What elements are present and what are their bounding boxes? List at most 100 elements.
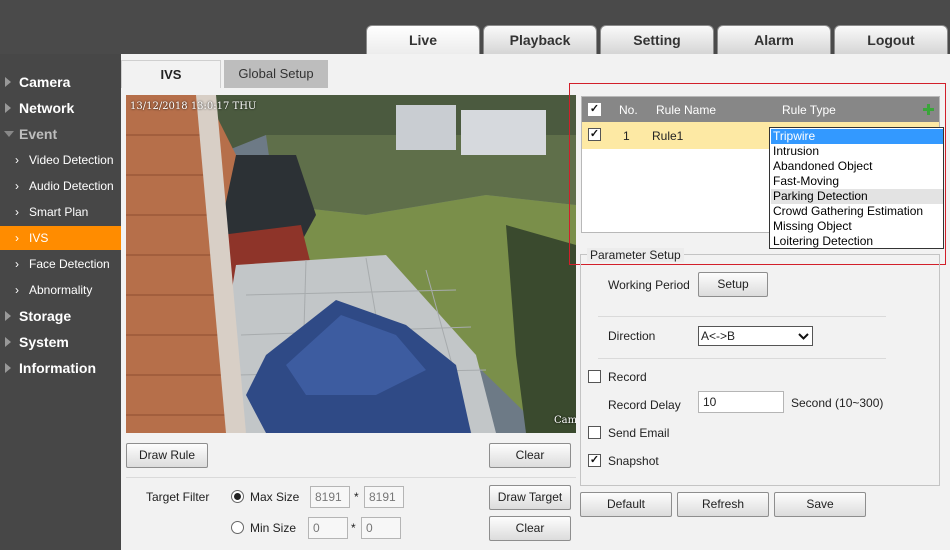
sidebar-item-label: IVS: [29, 231, 49, 245]
times-label: *: [351, 521, 356, 535]
min-width-field[interactable]: 0: [308, 517, 348, 539]
max-size-label: Max Size: [250, 490, 300, 504]
dropdown-option-tripwire[interactable]: Tripwire: [771, 129, 943, 144]
dropdown-option-intrusion[interactable]: Intrusion: [771, 144, 943, 159]
sidebar-item-label: Camera: [19, 74, 71, 90]
video-channel-label: Cam: [554, 415, 576, 426]
row-rule-name: Rule1: [652, 129, 684, 143]
sidebar-item-camera[interactable]: Camera: [0, 70, 121, 94]
clear-target-button[interactable]: Clear: [489, 516, 571, 541]
sidebar-item-label: Information: [19, 360, 96, 376]
subtab-global-setup[interactable]: Global Setup: [224, 60, 328, 88]
chevron-right-icon: ›: [15, 257, 19, 271]
caret-right-icon: [5, 337, 11, 347]
tab-playback[interactable]: Playback: [483, 25, 597, 54]
snapshot-label: Snapshot: [608, 454, 659, 468]
dropdown-option-missing-object[interactable]: Missing Object: [771, 219, 943, 234]
sidebar-item-system[interactable]: System: [0, 330, 121, 354]
column-no: No.: [619, 103, 638, 117]
dropdown-option-crowd-gathering[interactable]: Crowd Gathering Estimation: [771, 204, 943, 219]
caret-down-icon: [4, 131, 14, 137]
dropdown-option-abandoned-object[interactable]: Abandoned Object: [771, 159, 943, 174]
caret-right-icon: [5, 311, 11, 321]
dropdown-option-loitering-detection[interactable]: Loitering Detection: [771, 234, 943, 249]
sidebar-item-audio-detection[interactable]: › Audio Detection: [0, 174, 121, 198]
refresh-button[interactable]: Refresh: [677, 492, 769, 517]
sidebar-item-label: Face Detection: [29, 257, 110, 271]
divider: [598, 358, 886, 359]
video-preview[interactable]: 13/12/2018 13:0:17 THU Cam: [126, 95, 576, 433]
sidebar-item-network[interactable]: Network: [0, 96, 121, 120]
sidebar-item-label: Audio Detection: [29, 179, 114, 193]
select-all-checkbox[interactable]: ✓: [588, 103, 601, 116]
chevron-right-icon: ›: [15, 179, 19, 193]
dropdown-option-parking-detection[interactable]: Parking Detection: [771, 189, 943, 204]
max-size-radio[interactable]: [231, 490, 244, 503]
chevron-right-icon: ›: [15, 283, 19, 297]
direction-select[interactable]: A<->B: [698, 326, 813, 346]
sidebar-item-abnormality[interactable]: › Abnormality: [0, 278, 121, 302]
chevron-down-icon: [798, 333, 809, 340]
column-rule-type: Rule Type: [782, 103, 836, 117]
divider: [126, 477, 576, 478]
record-delay-input[interactable]: 10: [698, 391, 784, 413]
sidebar-item-label: System: [19, 334, 69, 350]
send-email-checkbox[interactable]: [588, 426, 601, 439]
row-no: 1: [623, 129, 630, 143]
record-label: Record: [608, 370, 647, 384]
max-width-field[interactable]: 8191: [310, 486, 350, 508]
sidebar-item-label: Event: [19, 126, 58, 142]
sidebar-item-video-detection[interactable]: › Video Detection: [0, 148, 121, 172]
caret-right-icon: [5, 103, 11, 113]
sidebar-item-label: Video Detection: [29, 153, 114, 167]
setup-button[interactable]: Setup: [698, 272, 768, 297]
max-height-field[interactable]: 8191: [364, 486, 404, 508]
snapshot-checkbox[interactable]: ✓: [588, 454, 601, 467]
working-period-label: Working Period: [608, 278, 690, 292]
divider: [598, 316, 886, 317]
column-rule-name: Rule Name: [656, 103, 717, 117]
chevron-right-icon: ›: [15, 153, 19, 167]
sidebar-item-label: Smart Plan: [29, 205, 89, 219]
rule-table-header: ✓ No. Rule Name Rule Type: [582, 97, 939, 122]
record-checkbox[interactable]: [588, 370, 601, 383]
dropdown-option-fast-moving[interactable]: Fast-Moving: [771, 174, 943, 189]
caret-right-icon: [5, 77, 11, 87]
top-bar: Live Playback Setting Alarm Logout: [0, 0, 950, 54]
rule-type-dropdown[interactable]: Tripwire Intrusion Abandoned Object Fast…: [769, 127, 944, 249]
tab-alarm[interactable]: Alarm: [717, 25, 831, 54]
clear-rule-button[interactable]: Clear: [489, 443, 571, 468]
direction-label: Direction: [608, 329, 656, 343]
video-timestamp: 13/12/2018 13:0:17 THU: [130, 101, 257, 112]
draw-rule-button[interactable]: Draw Rule: [126, 443, 208, 468]
tab-logout[interactable]: Logout: [834, 25, 948, 54]
add-rule-icon[interactable]: [922, 103, 935, 116]
min-size-label: Min Size: [250, 521, 297, 535]
parameter-setup-legend: Parameter Setup: [587, 248, 684, 262]
subtab-ivs[interactable]: IVS: [121, 60, 221, 88]
sidebar-item-face-detection[interactable]: › Face Detection: [0, 252, 121, 276]
min-height-field[interactable]: 0: [361, 517, 401, 539]
tab-setting[interactable]: Setting: [600, 25, 714, 54]
send-email-label: Send Email: [608, 426, 670, 440]
sidebar-item-storage[interactable]: Storage: [0, 304, 121, 328]
chevron-right-icon: ›: [15, 231, 19, 245]
draw-target-button[interactable]: Draw Target: [489, 485, 571, 510]
direction-value: A<->B: [701, 329, 736, 343]
default-button[interactable]: Default: [580, 492, 672, 517]
save-button[interactable]: Save: [774, 492, 866, 517]
tab-live[interactable]: Live: [366, 25, 480, 54]
sidebar-item-smart-plan[interactable]: › Smart Plan: [0, 200, 121, 224]
sidebar-item-ivs[interactable]: › IVS: [0, 226, 121, 250]
sidebar-item-label: Abnormality: [29, 283, 93, 297]
record-delay-label: Record Delay: [608, 398, 681, 412]
camera-scene: [126, 95, 576, 433]
chevron-right-icon: ›: [15, 205, 19, 219]
sidebar-item-event[interactable]: Event: [0, 122, 121, 146]
sidebar-item-information[interactable]: Information: [0, 356, 121, 380]
row-checkbox[interactable]: ✓: [588, 128, 601, 141]
caret-right-icon: [5, 363, 11, 373]
sidebar-item-label: Storage: [19, 308, 72, 324]
min-size-radio[interactable]: [231, 521, 244, 534]
times-label: *: [354, 490, 359, 504]
